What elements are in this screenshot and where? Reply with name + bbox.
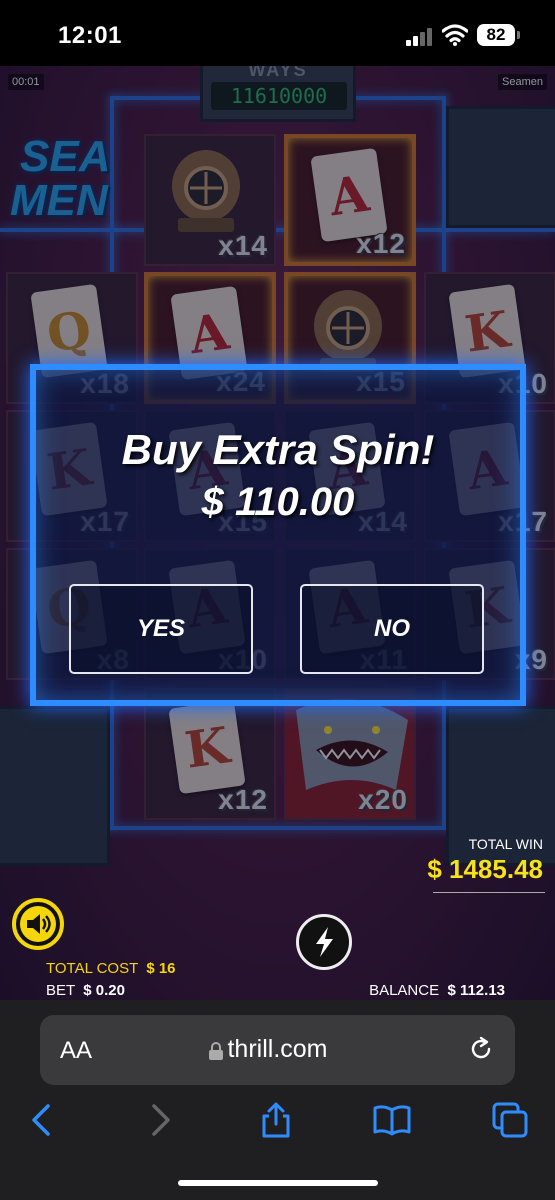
home-indicator: [178, 1180, 378, 1186]
address-bar[interactable]: AA thrill.com: [40, 1015, 515, 1085]
back-icon[interactable]: [22, 1100, 62, 1140]
total-win-value: $ 1485.48: [427, 854, 543, 884]
yes-button[interactable]: YES: [69, 584, 253, 674]
total-cost: TOTAL COST $ 16: [46, 960, 176, 977]
balance-label: BALANCE: [369, 982, 440, 999]
turbo-spin-button[interactable]: [296, 914, 352, 970]
lightning-bolt-icon: [316, 927, 333, 957]
balance: BALANCE $ 112.13: [369, 982, 505, 999]
bet-label: BET: [46, 982, 75, 999]
share-icon[interactable]: [256, 1100, 296, 1140]
dialog-price: $ 110.00: [201, 480, 355, 524]
browser-toolbar: AA thrill.com: [0, 1000, 555, 1200]
status-time: 12:01: [58, 22, 122, 49]
sound-toggle-button[interactable]: [12, 898, 64, 950]
battery-tip-icon: [517, 31, 520, 39]
speaker-icon: [20, 906, 56, 942]
total-cost-value: $ 16: [146, 960, 176, 977]
status-bar: 12:01 82: [0, 0, 555, 66]
divider: [433, 892, 545, 893]
tabs-icon[interactable]: [490, 1100, 530, 1140]
buy-extra-spin-dialog: Buy Extra Spin! $ 110.00 YES NO: [30, 364, 526, 706]
reload-icon[interactable]: [467, 1035, 495, 1063]
wifi-icon: [442, 24, 468, 46]
cellular-signal-icon: [406, 28, 434, 46]
dialog-title: Buy Extra Spin!: [121, 426, 435, 473]
forward-icon[interactable]: [140, 1100, 180, 1140]
url-text: thrill.com: [227, 1035, 328, 1063]
bet: BET $ 0.20: [46, 982, 125, 999]
total-win-label: TOTAL WIN: [468, 836, 543, 852]
no-button[interactable]: NO: [300, 584, 484, 674]
bookmarks-icon[interactable]: [372, 1100, 412, 1140]
balance-value: $ 112.13: [447, 982, 505, 999]
battery-indicator: 82: [477, 24, 515, 46]
game-canvas[interactable]: x14Ax12Qx18Ax24x15Kx10Kx17Ax15Ax14Ax17Qx…: [0, 66, 555, 1000]
bet-value: $ 0.20: [83, 982, 125, 999]
total-cost-label: TOTAL COST: [46, 960, 138, 977]
